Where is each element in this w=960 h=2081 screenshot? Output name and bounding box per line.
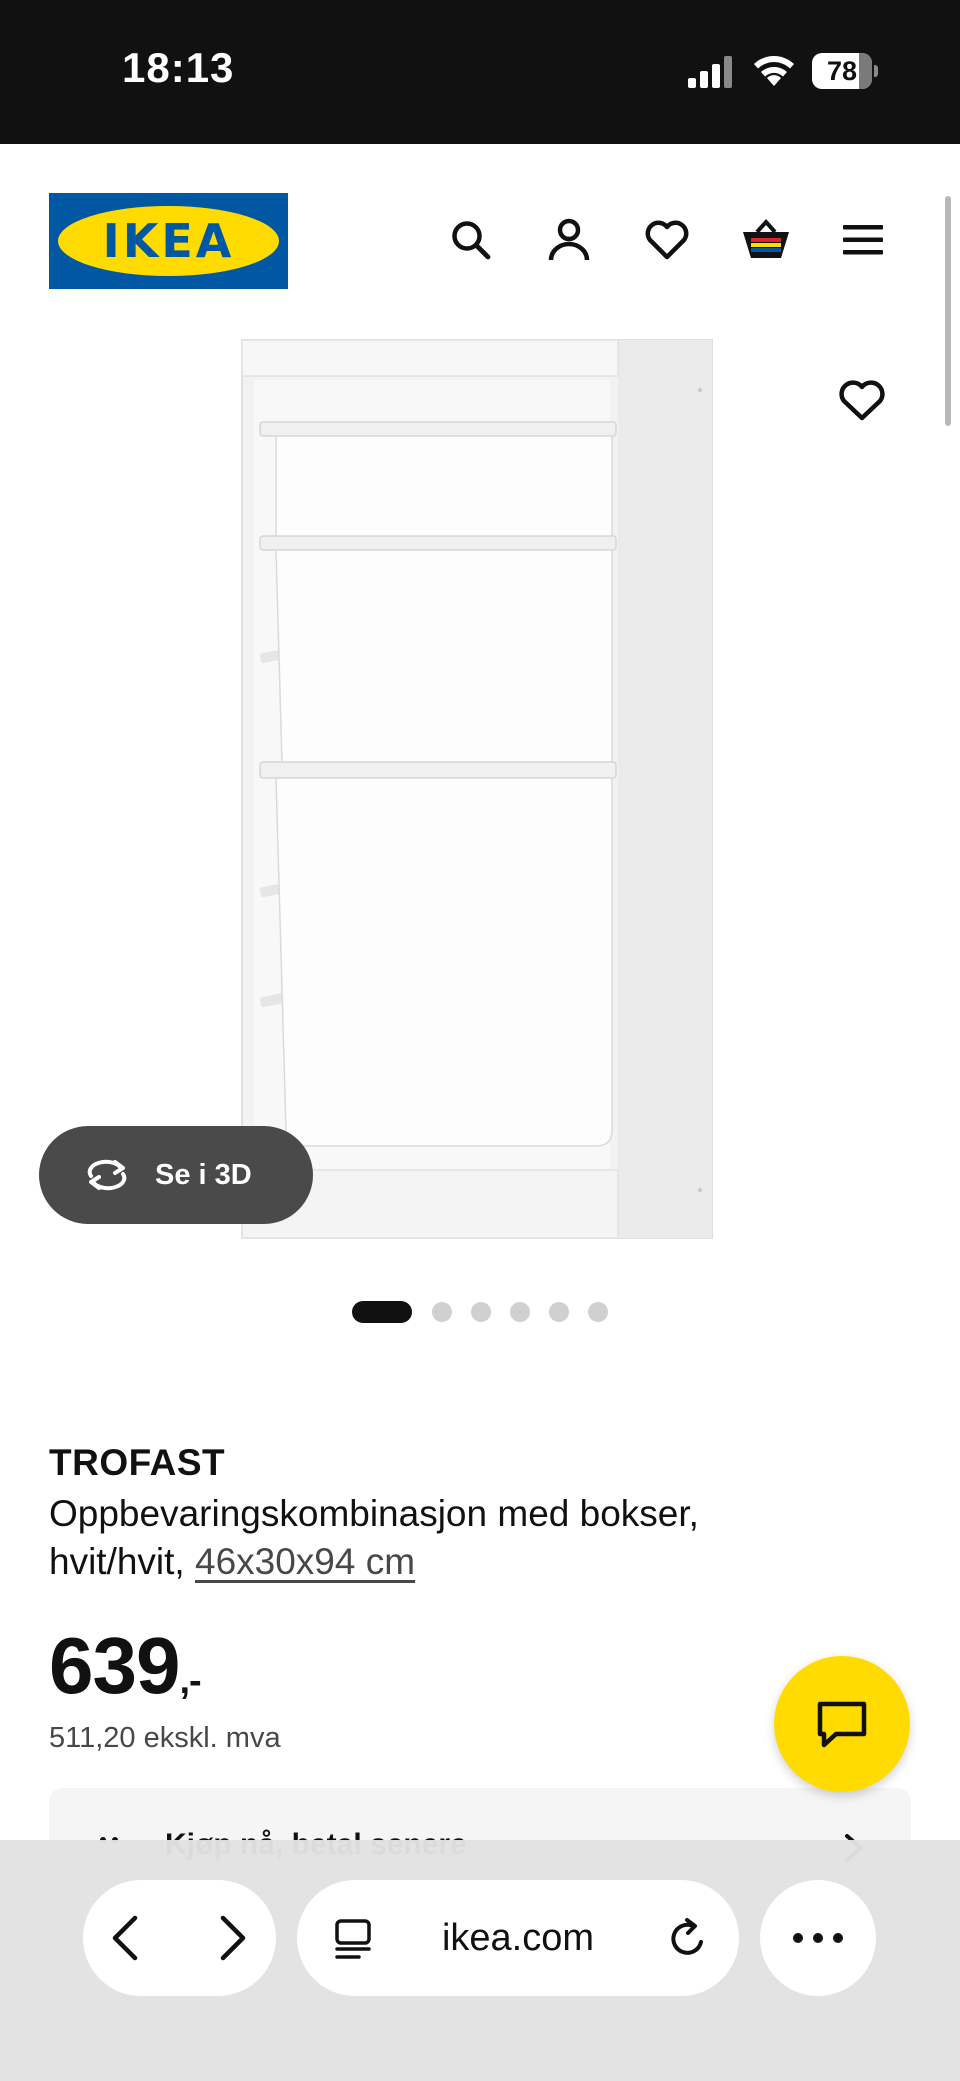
battery-indicator: 78 — [812, 53, 878, 89]
rotate-3d-icon — [87, 1159, 127, 1191]
see-in-3d-button[interactable]: Se i 3D — [39, 1126, 313, 1224]
price-excl-vat: 511,20 ekskl. mva — [49, 1722, 281, 1754]
carousel-dot[interactable] — [471, 1302, 491, 1322]
product-name: TROFAST — [49, 1442, 226, 1483]
browser-toolbar: ikea.com — [0, 1840, 960, 2081]
carousel-dot[interactable] — [432, 1302, 452, 1322]
chat-button[interactable] — [774, 1656, 910, 1792]
carousel-dot[interactable] — [588, 1302, 608, 1322]
cellular-signal-icon — [688, 56, 732, 88]
product-description: Oppbevaringskombinasjon med bokser, hvit… — [49, 1490, 809, 1586]
reload-icon[interactable] — [665, 1916, 711, 1962]
add-to-favorites-heart-icon[interactable] — [836, 376, 888, 424]
product-image[interactable] — [230, 330, 730, 1250]
battery-level: 78 — [826, 56, 858, 86]
more-options-button[interactable] — [760, 1880, 876, 1996]
status-time: 18:13 — [122, 44, 235, 91]
profile-icon[interactable] — [545, 216, 593, 264]
carousel-dot[interactable] — [510, 1302, 530, 1322]
see-in-3d-label: Se i 3D — [155, 1159, 252, 1191]
search-icon[interactable] — [447, 216, 495, 264]
ikea-logo[interactable]: IKEA — [49, 193, 288, 289]
wifi-icon — [754, 56, 794, 86]
back-arrow-icon[interactable] — [97, 1908, 157, 1968]
price-main: 639 — [49, 1621, 180, 1710]
chat-icon — [817, 1701, 867, 1748]
site-header: IKEA — [0, 144, 960, 344]
forward-arrow-icon[interactable] — [201, 1908, 261, 1968]
more-dots-icon — [793, 1933, 843, 1943]
shopping-bag-icon[interactable] — [740, 216, 792, 264]
price-suffix: ,- — [179, 1660, 201, 1702]
address-bar[interactable]: ikea.com — [297, 1880, 739, 1996]
browser-nav-group — [83, 1880, 276, 1996]
page-scrollbar[interactable] — [945, 196, 951, 426]
carousel-dot[interactable] — [549, 1302, 569, 1322]
product-measurements-link[interactable]: 46x30x94 cm — [195, 1541, 415, 1582]
status-bar: 18:13 78 — [0, 0, 960, 144]
favorites-icon[interactable] — [643, 216, 691, 264]
menu-icon[interactable] — [839, 216, 887, 264]
logo-text: IKEA — [102, 214, 235, 268]
carousel-dot-active[interactable] — [352, 1301, 412, 1323]
product-price: 639,- — [49, 1620, 202, 1712]
